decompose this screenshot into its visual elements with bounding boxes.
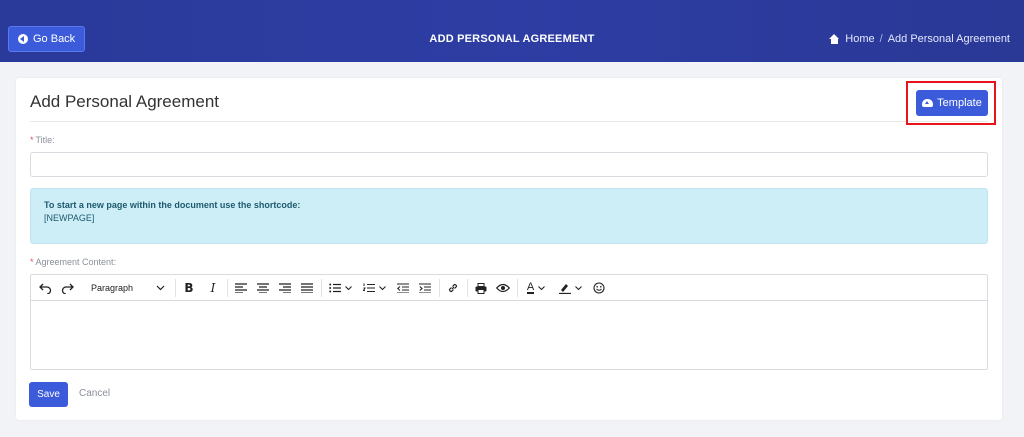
top-bar: Go Back ADD PERSONAL AGREEMENT Home / Ad… <box>0 0 1024 62</box>
block-format-dropdown[interactable]: Paragraph <box>79 275 171 301</box>
bold-icon[interactable]: B <box>179 275 199 301</box>
text-color-icon[interactable]: A <box>521 275 551 301</box>
breadcrumb: Home / Add Personal Agreement <box>829 33 1010 45</box>
preview-icon[interactable] <box>493 275 513 301</box>
agreement-form-card: Add Personal Agreement Template * Title: … <box>16 78 1002 420</box>
home-icon <box>829 34 840 44</box>
required-mark: * <box>30 257 34 267</box>
undo-icon[interactable] <box>35 275 55 301</box>
rich-text-editor: Paragraph B I A <box>30 274 988 370</box>
card-divider <box>30 121 988 122</box>
toolbar-separator <box>439 279 440 297</box>
italic-icon[interactable]: I <box>203 275 223 301</box>
emoji-icon[interactable] <box>589 275 609 301</box>
required-mark: * <box>30 135 34 145</box>
align-center-icon[interactable] <box>253 275 273 301</box>
editor-content-area[interactable] <box>31 302 987 369</box>
indent-icon[interactable] <box>415 275 435 301</box>
breadcrumb-separator: / <box>879 33 883 45</box>
template-button[interactable]: Template <box>916 90 988 116</box>
toolbar-separator <box>321 279 322 297</box>
cancel-button[interactable]: Cancel <box>79 388 110 399</box>
shortcode-text: [NEWPAGE] <box>44 213 95 223</box>
block-format-value: Paragraph <box>91 283 134 293</box>
title-label-text: Title: <box>35 135 55 145</box>
content-label: * Agreement Content: <box>30 257 116 267</box>
highlight-icon[interactable] <box>555 275 585 301</box>
numbered-list-icon[interactable] <box>359 275 389 301</box>
text-color-glyph: A <box>526 281 535 294</box>
title-input[interactable] <box>30 152 988 177</box>
editor-toolbar: Paragraph B I A <box>31 275 987 301</box>
align-right-icon[interactable] <box>275 275 295 301</box>
toolbar-separator <box>517 279 518 297</box>
align-justify-icon[interactable] <box>297 275 317 301</box>
breadcrumb-home-link[interactable]: Home <box>845 33 874 45</box>
shortcode-info-box: To start a new page within the document … <box>30 188 988 244</box>
toolbar-separator <box>227 279 228 297</box>
title-label: * Title: <box>30 135 55 145</box>
info-text: To start a new page within the document … <box>44 200 301 210</box>
outdent-icon[interactable] <box>393 275 413 301</box>
save-button[interactable]: Save <box>29 382 68 407</box>
align-left-icon[interactable] <box>231 275 251 301</box>
card-title: Add Personal Agreement <box>30 92 220 111</box>
bullet-list-icon[interactable] <box>325 275 355 301</box>
cloud-upload-icon <box>922 99 934 107</box>
breadcrumb-current: Add Personal Agreement <box>887 33 1010 45</box>
redo-icon[interactable] <box>57 275 77 301</box>
toolbar-separator <box>175 279 176 297</box>
template-button-label: Template <box>937 97 982 109</box>
toolbar-separator <box>467 279 468 297</box>
print-icon[interactable] <box>471 275 491 301</box>
link-icon[interactable] <box>443 275 463 301</box>
content-label-text: Agreement Content: <box>35 257 117 267</box>
chevron-down-icon <box>156 285 165 291</box>
